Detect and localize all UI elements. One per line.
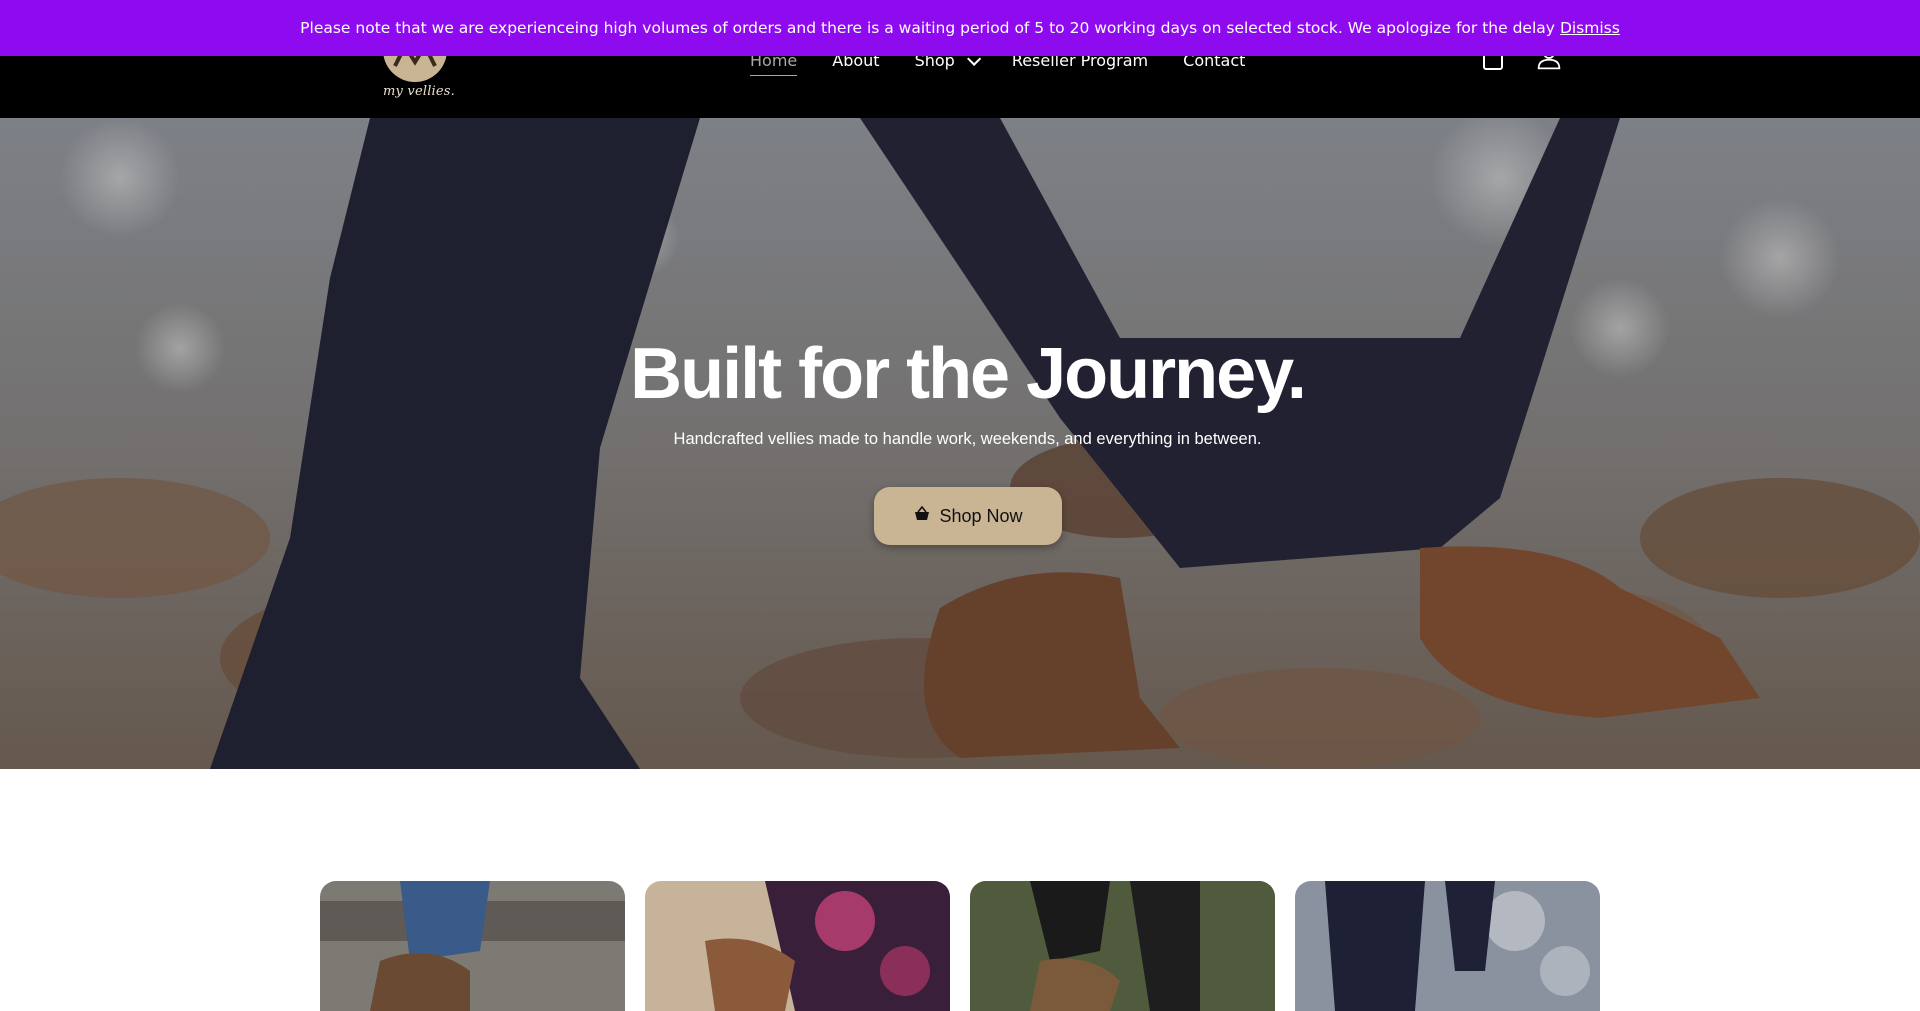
shop-now-label: Shop Now — [939, 505, 1023, 526]
hero-title: Built for the Journey. — [630, 334, 1307, 414]
product-image — [645, 881, 950, 1011]
product-card-3[interactable] — [970, 881, 1275, 1011]
product-card-4[interactable] — [1295, 881, 1600, 1011]
product-image — [320, 881, 625, 1011]
dismiss-link[interactable]: Dismiss — [1560, 19, 1620, 37]
hero-banner: Built for the Journey. Handcrafted velli… — [0, 118, 1920, 769]
hero-subtitle: Handcrafted vellies made to handle work,… — [673, 430, 1262, 448]
product-cards — [320, 881, 1600, 1011]
product-card-2[interactable] — [645, 881, 950, 1011]
product-card-1[interactable] — [320, 881, 625, 1011]
shop-now-button[interactable]: Shop Now — [874, 487, 1062, 545]
announcement-bar: Please note that we are experienceing hi… — [0, 0, 1920, 56]
product-image — [1295, 881, 1600, 1011]
logo-text: my vellies. — [383, 84, 456, 99]
product-image — [970, 881, 1275, 1011]
basket-icon — [913, 505, 931, 527]
announcement-text: Please note that we are experienceing hi… — [300, 19, 1555, 37]
